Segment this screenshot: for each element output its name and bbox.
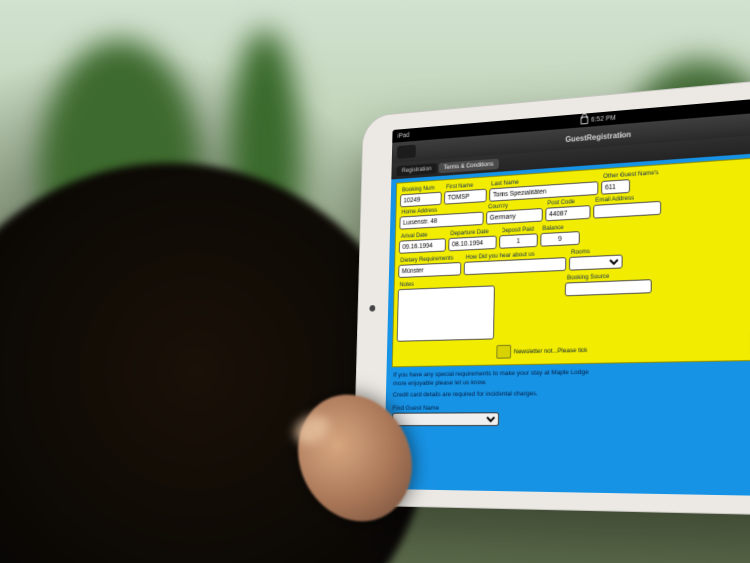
- newsletter-row: Newsletter not...Please tick: [396, 338, 750, 361]
- input-other-guests[interactable]: [601, 179, 630, 195]
- footer-line-3: Credit card details are required for inc…: [393, 387, 750, 400]
- ipad-screen: iPad 6:52 PM GuestRegistration Record 1/…: [384, 93, 750, 497]
- input-country[interactable]: [486, 208, 543, 225]
- ipad-camera: [369, 305, 375, 312]
- status-device: iPad: [397, 132, 409, 139]
- textarea-notes[interactable]: [397, 285, 495, 341]
- input-arrival[interactable]: [399, 238, 446, 254]
- select-rooms[interactable]: [569, 254, 623, 270]
- newsletter-checkbox[interactable]: [496, 345, 511, 359]
- background-photo: iPad 6:52 PM GuestRegistration Record 1/…: [0, 0, 750, 563]
- status-time: 6:52 PM: [591, 114, 616, 123]
- input-booking-num[interactable]: [400, 192, 442, 208]
- select-find-guest[interactable]: [392, 412, 499, 426]
- ipad-device: iPad 6:52 PM GuestRegistration Record 1/…: [352, 70, 750, 518]
- input-dietary[interactable]: [398, 262, 461, 278]
- tab-registration[interactable]: Registration: [397, 163, 437, 176]
- back-button[interactable]: [397, 145, 416, 159]
- content-area: Booking Num First Name Last Name: [384, 148, 750, 497]
- footer-text-block: If you have any special requirements to …: [385, 360, 750, 430]
- label-other-guests: Other Guest Name's: [603, 169, 659, 180]
- label-email: Email Address: [595, 193, 661, 204]
- input-email[interactable]: [593, 201, 661, 219]
- input-deposit[interactable]: [499, 233, 538, 248]
- input-booking-source[interactable]: [565, 279, 652, 296]
- lock-icon: [581, 116, 589, 124]
- guest-form-panel: Booking Num First Name Last Name: [392, 153, 750, 368]
- page-title: GuestRegistration: [565, 130, 631, 144]
- input-departure[interactable]: [448, 236, 496, 252]
- input-balance[interactable]: [540, 231, 579, 247]
- label-newsletter: Newsletter not...Please tick: [514, 347, 588, 355]
- label-booking-source: Booking Source: [567, 271, 652, 281]
- label-rooms: Rooms: [571, 247, 623, 256]
- label-find-guest: Find Guest Name: [392, 401, 750, 413]
- tab-terms[interactable]: Terms & Conditions: [438, 158, 499, 173]
- input-first-name[interactable]: [444, 189, 487, 205]
- input-post-code[interactable]: [545, 205, 590, 221]
